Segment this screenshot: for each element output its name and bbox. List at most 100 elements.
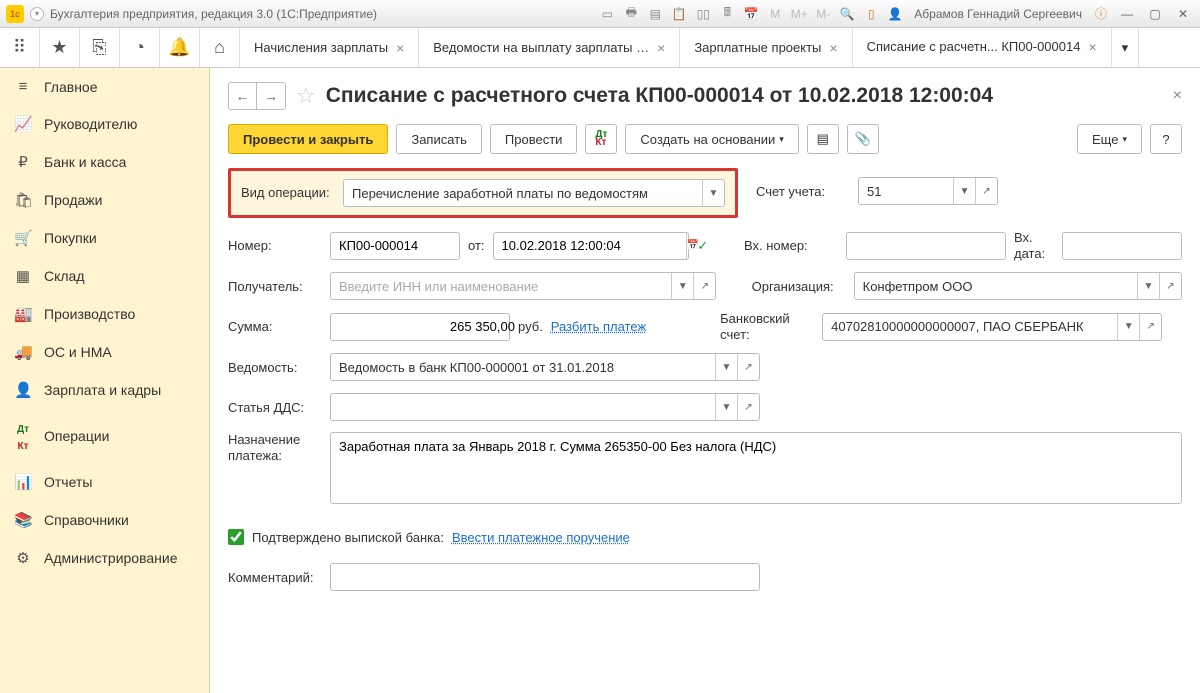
dropdown-icon[interactable]: ▼ — [715, 354, 737, 380]
sidebar-item-warehouse[interactable]: ▦Склад — [0, 257, 209, 295]
in-number-input[interactable] — [846, 232, 1006, 260]
amount-input[interactable] — [330, 313, 510, 341]
back-button[interactable]: ← — [229, 83, 257, 109]
open-icon[interactable]: ↗ — [693, 273, 715, 299]
apps-icon[interactable]: ⠿ — [0, 28, 40, 67]
bank-acc-input[interactable]: 40702810000000000007, ПАО СБЕРБАНК ▼ ↗ — [822, 313, 1162, 341]
dropdown-icon[interactable]: ▼ — [715, 394, 737, 420]
search-icon[interactable]: 🔍 — [838, 5, 856, 23]
tab-item[interactable]: Зарплатные проекты× — [680, 28, 852, 67]
compare-icon[interactable]: ▯▯ — [694, 5, 712, 23]
attach-button[interactable]: 📎 — [847, 124, 879, 154]
history-icon[interactable]: ⎘ — [80, 28, 120, 67]
toolbar: ⠿ ★ ⎘ ◔ 🔔 ⌂ Начисления зарплаты× Ведомос… — [0, 28, 1200, 68]
recipient-input[interactable]: ▼ ↗ — [330, 272, 716, 300]
dropdown-icon[interactable]: ▼ — [953, 178, 975, 204]
bell-icon[interactable]: 🔔 — [160, 28, 200, 67]
star-icon[interactable]: ☆ — [296, 83, 316, 109]
document-icon[interactable]: ▤ — [646, 5, 664, 23]
open-icon[interactable]: ↗ — [1139, 314, 1161, 340]
comment-input[interactable] — [330, 563, 760, 591]
print-icon[interactable]: 🖶 — [622, 5, 640, 23]
dropdown-icon[interactable]: ▼ — [702, 180, 724, 206]
info-icon[interactable]: ⓘ — [1092, 5, 1110, 23]
sidebar-item-manager[interactable]: 📈Руководителю — [0, 105, 209, 143]
forward-button[interactable]: → — [257, 83, 285, 109]
close-icon[interactable]: × — [396, 40, 404, 56]
nav-buttons: ← → — [228, 82, 286, 110]
gear-icon: ⚙ — [14, 549, 32, 567]
op-type-label: Вид операции: — [241, 185, 335, 201]
sidebar-item-assets[interactable]: 🚚ОС и НМА — [0, 333, 209, 371]
close-icon[interactable]: × — [657, 40, 665, 56]
clock-icon[interactable]: ◔ — [120, 28, 160, 67]
close-window-button[interactable]: ✕ — [1172, 5, 1194, 23]
open-icon[interactable]: ↗ — [1159, 273, 1181, 299]
m-plus-button[interactable]: М+ — [790, 5, 808, 23]
close-document-button[interactable]: × — [1173, 87, 1182, 105]
close-icon[interactable]: × — [1088, 39, 1096, 55]
account-input[interactable]: 51 ▼ ↗ — [858, 177, 998, 205]
date-input[interactable]: 📅 — [493, 232, 689, 260]
statement-input[interactable]: Ведомость в банк КП00-000001 от 31.01.20… — [330, 353, 760, 381]
sidebar-item-purchases[interactable]: 🛒Покупки — [0, 219, 209, 257]
open-icon[interactable]: ↗ — [737, 354, 759, 380]
sidebar-item-catalogs[interactable]: 📚Справочники — [0, 501, 209, 539]
structure-button[interactable]: ▤ — [807, 124, 839, 154]
minimize-button[interactable]: — — [1116, 5, 1138, 23]
grid-icon: ▦ — [14, 267, 32, 285]
calculator-icon[interactable]: 🖩 — [718, 5, 736, 23]
panel-icon[interactable]: ▯ — [862, 5, 880, 23]
m-minus-button[interactable]: М- — [814, 5, 832, 23]
in-date-label: Вх. дата: — [1014, 230, 1054, 261]
print-preview-icon[interactable]: ▭ — [598, 5, 616, 23]
sidebar-item-production[interactable]: 🏭Производство — [0, 295, 209, 333]
maximize-button[interactable]: ▢ — [1144, 5, 1166, 23]
sidebar-item-sales[interactable]: 🛍Продажи — [0, 181, 209, 219]
op-type-select[interactable]: Перечисление заработной платы по ведомос… — [343, 179, 725, 207]
app-menu-dropdown[interactable]: ▾ — [30, 7, 44, 21]
user-name[interactable]: Абрамов Геннадий Сергеевич — [914, 7, 1082, 21]
help-button[interactable]: ? — [1150, 124, 1182, 154]
save-button[interactable]: Записать — [396, 124, 482, 154]
bars-icon: 📊 — [14, 473, 32, 491]
sidebar-item-bank[interactable]: ₽Банк и касса — [0, 143, 209, 181]
tab-overflow[interactable]: ▾ — [1112, 28, 1140, 67]
open-icon[interactable]: ↗ — [975, 178, 997, 204]
favorite-icon[interactable]: ★ — [40, 28, 80, 67]
dropdown-icon[interactable]: ▼ — [671, 273, 693, 299]
home-icon[interactable]: ⌂ — [200, 28, 240, 67]
dtkt-button[interactable]: ДтКт — [585, 124, 617, 154]
split-payment-link[interactable]: Разбить платеж — [551, 319, 646, 334]
in-date-input[interactable]: 📅 — [1062, 232, 1182, 260]
comment-label: Комментарий: — [228, 570, 322, 585]
create-based-button[interactable]: Создать на основании ▾ — [625, 124, 798, 154]
purpose-textarea[interactable]: Заработная плата за Январь 2018 г. Сумма… — [330, 432, 1182, 504]
sidebar-item-salary[interactable]: 👤Зарплата и кадры — [0, 371, 209, 409]
sidebar-item-reports[interactable]: 📊Отчеты — [0, 463, 209, 501]
sidebar-item-operations[interactable]: ДтКтОперации — [0, 409, 209, 463]
operation-type-highlight: Вид операции: Перечисление заработной пл… — [228, 168, 738, 218]
m-button[interactable]: М — [766, 5, 784, 23]
more-button[interactable]: Еще ▾ — [1077, 124, 1142, 154]
tab-item[interactable]: Ведомости на выплату зарплаты …× — [419, 28, 680, 67]
number-input[interactable] — [330, 232, 460, 260]
tab-item[interactable]: Начисления зарплаты× — [240, 28, 419, 67]
post-and-close-button[interactable]: Провести и закрыть — [228, 124, 388, 154]
sidebar-item-main[interactable]: ≡Главное — [0, 68, 209, 105]
close-icon[interactable]: × — [829, 40, 837, 56]
dds-input[interactable]: ▼ ↗ — [330, 393, 760, 421]
sidebar: ≡Главное 📈Руководителю ₽Банк и касса 🛍Пр… — [0, 68, 210, 693]
calendar-icon[interactable]: 📅 — [742, 5, 760, 23]
bank-acc-label: Банковский счет: — [720, 311, 814, 342]
confirmed-checkbox[interactable] — [228, 529, 244, 545]
enter-payment-link[interactable]: Ввести платежное поручение — [452, 530, 630, 545]
open-icon[interactable]: ↗ — [737, 394, 759, 420]
tab-item-active[interactable]: Списание с расчетн... КП00-000014× — [853, 28, 1112, 67]
post-button[interactable]: Провести — [490, 124, 578, 154]
sidebar-item-admin[interactable]: ⚙Администрирование — [0, 539, 209, 577]
dropdown-icon[interactable]: ▼ — [1117, 314, 1139, 340]
org-input[interactable]: Конфетпром ООО ▼ ↗ — [854, 272, 1182, 300]
dropdown-icon[interactable]: ▼ — [1137, 273, 1159, 299]
clipboard-icon[interactable]: 📋 — [670, 5, 688, 23]
